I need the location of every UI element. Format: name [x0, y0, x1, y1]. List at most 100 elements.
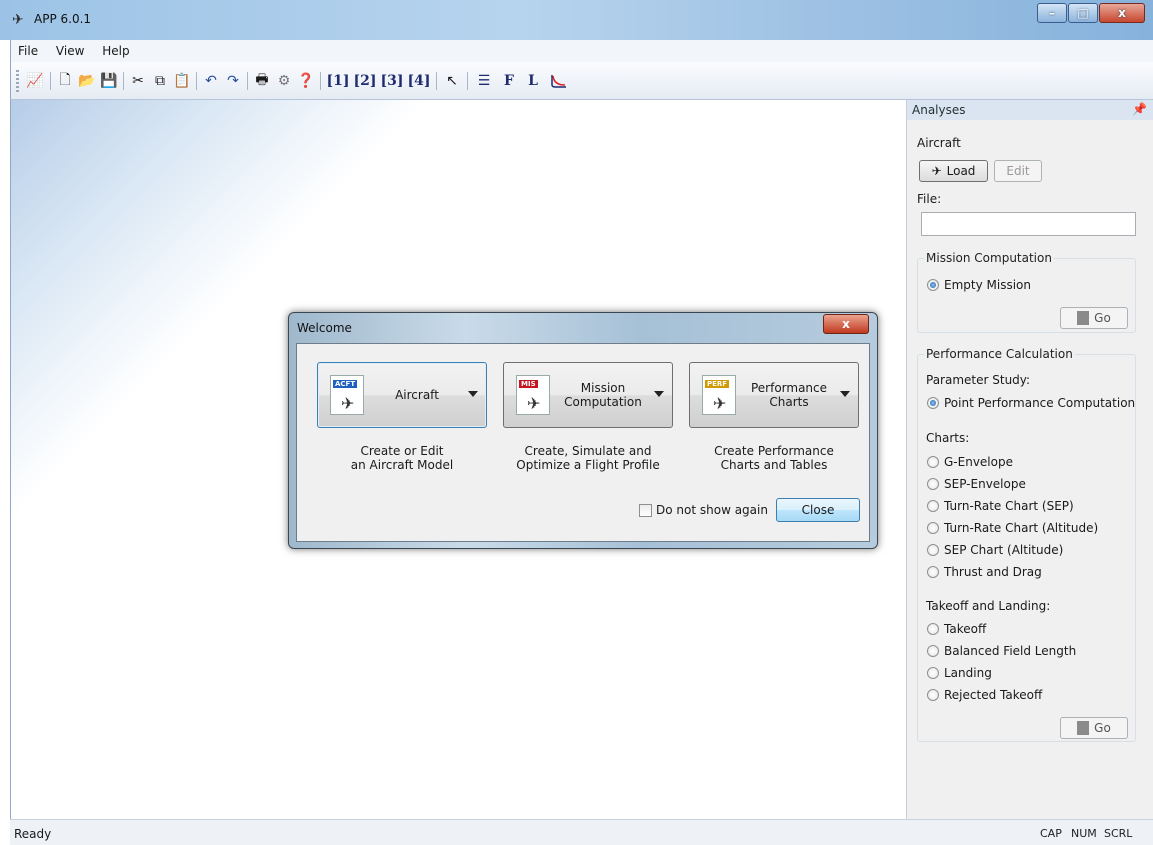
radio-rejected-takeoff[interactable]: Rejected Takeoff	[927, 688, 1042, 702]
radio-g-envelope[interactable]: G-Envelope	[927, 455, 1013, 469]
pointer-tool-icon[interactable]: ↖	[441, 71, 463, 91]
window-4-button[interactable]: [4]	[408, 71, 431, 91]
caps-lock-indicator: CAP	[1040, 827, 1062, 840]
radio-label: SEP Chart (Altitude)	[944, 543, 1064, 557]
radio-dot	[927, 478, 939, 490]
parameter-study-label: Parameter Study:	[926, 373, 1031, 387]
radio-sep-chart-altitude[interactable]: SEP Chart (Altitude)	[927, 543, 1063, 557]
open-folder-icon[interactable]: 📂	[77, 71, 97, 91]
edit-button[interactable]: Edit	[994, 160, 1042, 182]
load-label: Load	[946, 164, 976, 178]
undo-icon[interactable]: ↶	[201, 71, 221, 91]
toolbar: 📈 🗋 📂 💾 ✂ ⧉ 📋 ↶ ↷ 🖶 ⚙ ❓ [1] [2] [3] [4] …	[10, 62, 1153, 100]
new-file-icon[interactable]: 🗋	[55, 71, 75, 91]
menu-help[interactable]: Help	[95, 40, 136, 58]
chevron-down-icon[interactable]	[468, 391, 478, 397]
curve-chart-icon-svg	[551, 75, 566, 88]
mis-document-icon: MIS ✈	[516, 375, 550, 415]
file-field[interactable]	[921, 212, 1136, 236]
minimize-button[interactable]: –	[1037, 3, 1067, 23]
close-button[interactable]: Close	[776, 498, 860, 522]
aircraft-description: Create or Edit an Aircraft Model	[307, 444, 497, 472]
copy-icon[interactable]: ⧉	[150, 71, 170, 91]
charts-label: Charts:	[926, 431, 970, 445]
toolbar-grip[interactable]	[16, 70, 19, 92]
radio-dot	[927, 667, 939, 679]
go-label: Go	[1094, 311, 1111, 325]
perf-document-icon: PERF ✈	[702, 375, 736, 415]
redo-icon[interactable]: ↷	[223, 71, 243, 91]
pin-icon[interactable]: 📌	[1132, 102, 1147, 116]
window-title: APP 6.0.1	[34, 12, 92, 26]
mission-computation-split-button[interactable]: MIS ✈ Mission Computation	[503, 362, 673, 428]
dialog-close-x-button[interactable]: x	[823, 314, 869, 334]
mission-desc-line-2: Optimize a Flight Profile	[516, 458, 660, 472]
window-3-button[interactable]: [3]	[381, 71, 404, 91]
mission-computation-group: Mission Computation Empty Mission Go	[917, 251, 1136, 333]
window-1-button[interactable]: [1]	[327, 71, 350, 91]
l-button[interactable]: L	[523, 71, 543, 91]
save-icon[interactable]: 💾	[99, 71, 119, 91]
toolbar-separator	[467, 72, 468, 90]
menu-view[interactable]: View	[49, 40, 91, 58]
aircraft-desc-line-1: Create or Edit	[360, 444, 444, 458]
window-2-button[interactable]: [2]	[354, 71, 377, 91]
menu-file[interactable]: File	[11, 40, 45, 58]
radio-turn-rate-altitude[interactable]: Turn-Rate Chart (Altitude)	[927, 521, 1098, 535]
chevron-down-icon[interactable]	[840, 391, 850, 397]
toolbar-separator	[196, 72, 197, 90]
radio-landing[interactable]: Landing	[927, 666, 992, 680]
chevron-down-icon[interactable]	[654, 391, 664, 397]
panel-title: Analyses	[912, 103, 966, 117]
performance-go-button[interactable]: Go	[1060, 717, 1128, 739]
performance-button-label: Performance Charts	[746, 363, 832, 427]
app-plane-icon: ✈	[12, 12, 24, 28]
radio-balanced-field-length[interactable]: Balanced Field Length	[927, 644, 1076, 658]
table-view-icon[interactable]: ☰	[473, 71, 495, 91]
dialog-title: Welcome	[297, 321, 352, 335]
performance-desc-line-2: Charts and Tables	[720, 458, 828, 472]
help-icon[interactable]: ❓	[296, 71, 316, 91]
f-button[interactable]: F	[499, 71, 519, 91]
radio-sep-envelope[interactable]: SEP-Envelope	[927, 477, 1026, 491]
close-window-button[interactable]: x	[1099, 3, 1145, 23]
window-controls: – □ x	[1037, 3, 1145, 23]
plane-icon: ✈	[341, 394, 355, 413]
cut-icon[interactable]: ✂	[128, 71, 148, 91]
plane-icon: ✈	[931, 164, 942, 178]
mission-go-button[interactable]: Go	[1060, 307, 1128, 329]
aircraft-desc-line-2: an Aircraft Model	[350, 458, 454, 472]
perf-tag: PERF	[705, 380, 730, 388]
plane-icon: ✈	[527, 394, 541, 413]
mis-tag: MIS	[519, 380, 538, 388]
curve-chart-icon[interactable]	[547, 71, 571, 91]
scroll-lock-indicator: SCRL	[1104, 827, 1133, 840]
print-icon[interactable]: 🖶	[252, 71, 272, 91]
aircraft-button-label: Aircraft	[374, 363, 460, 427]
file-label: File:	[917, 192, 942, 206]
go-icon	[1077, 311, 1090, 325]
load-button[interactable]: ✈ Load	[919, 160, 988, 182]
title-bar: ✈ APP 6.0.1 – □ x	[0, 0, 1153, 40]
radio-turn-rate-sep[interactable]: Turn-Rate Chart (SEP)	[927, 499, 1074, 513]
performance-label-line-1: Performance	[750, 381, 828, 395]
do-not-show-again-checkbox[interactable]: Do not show again	[639, 503, 768, 517]
radio-dot	[927, 689, 939, 701]
performance-charts-split-button[interactable]: PERF ✈ Performance Charts	[689, 362, 859, 428]
maximize-button[interactable]: □	[1068, 3, 1098, 23]
radio-label: Empty Mission	[944, 278, 1031, 292]
toolbar-separator	[436, 72, 437, 90]
takeoff-landing-label: Takeoff and Landing:	[926, 599, 1051, 613]
radio-thrust-and-drag[interactable]: Thrust and Drag	[927, 565, 1042, 579]
acft-tag: ACFT	[333, 380, 358, 388]
settings-gear-icon[interactable]: ⚙	[274, 71, 294, 91]
mission-desc-line-1: Create, Simulate and	[524, 444, 652, 458]
aircraft-split-button[interactable]: ACFT ✈ Aircraft	[317, 362, 487, 428]
radio-takeoff[interactable]: Takeoff	[927, 622, 986, 636]
radio-empty-mission[interactable]: Empty Mission	[927, 278, 1031, 292]
go-label: Go	[1094, 721, 1111, 735]
paste-icon[interactable]: 📋	[172, 71, 192, 91]
radio-point-performance[interactable]: Point Performance Computation	[927, 396, 1135, 410]
aircraft-chart-icon[interactable]: 📈	[25, 71, 45, 91]
performance-desc-line-1: Create Performance	[714, 444, 834, 458]
